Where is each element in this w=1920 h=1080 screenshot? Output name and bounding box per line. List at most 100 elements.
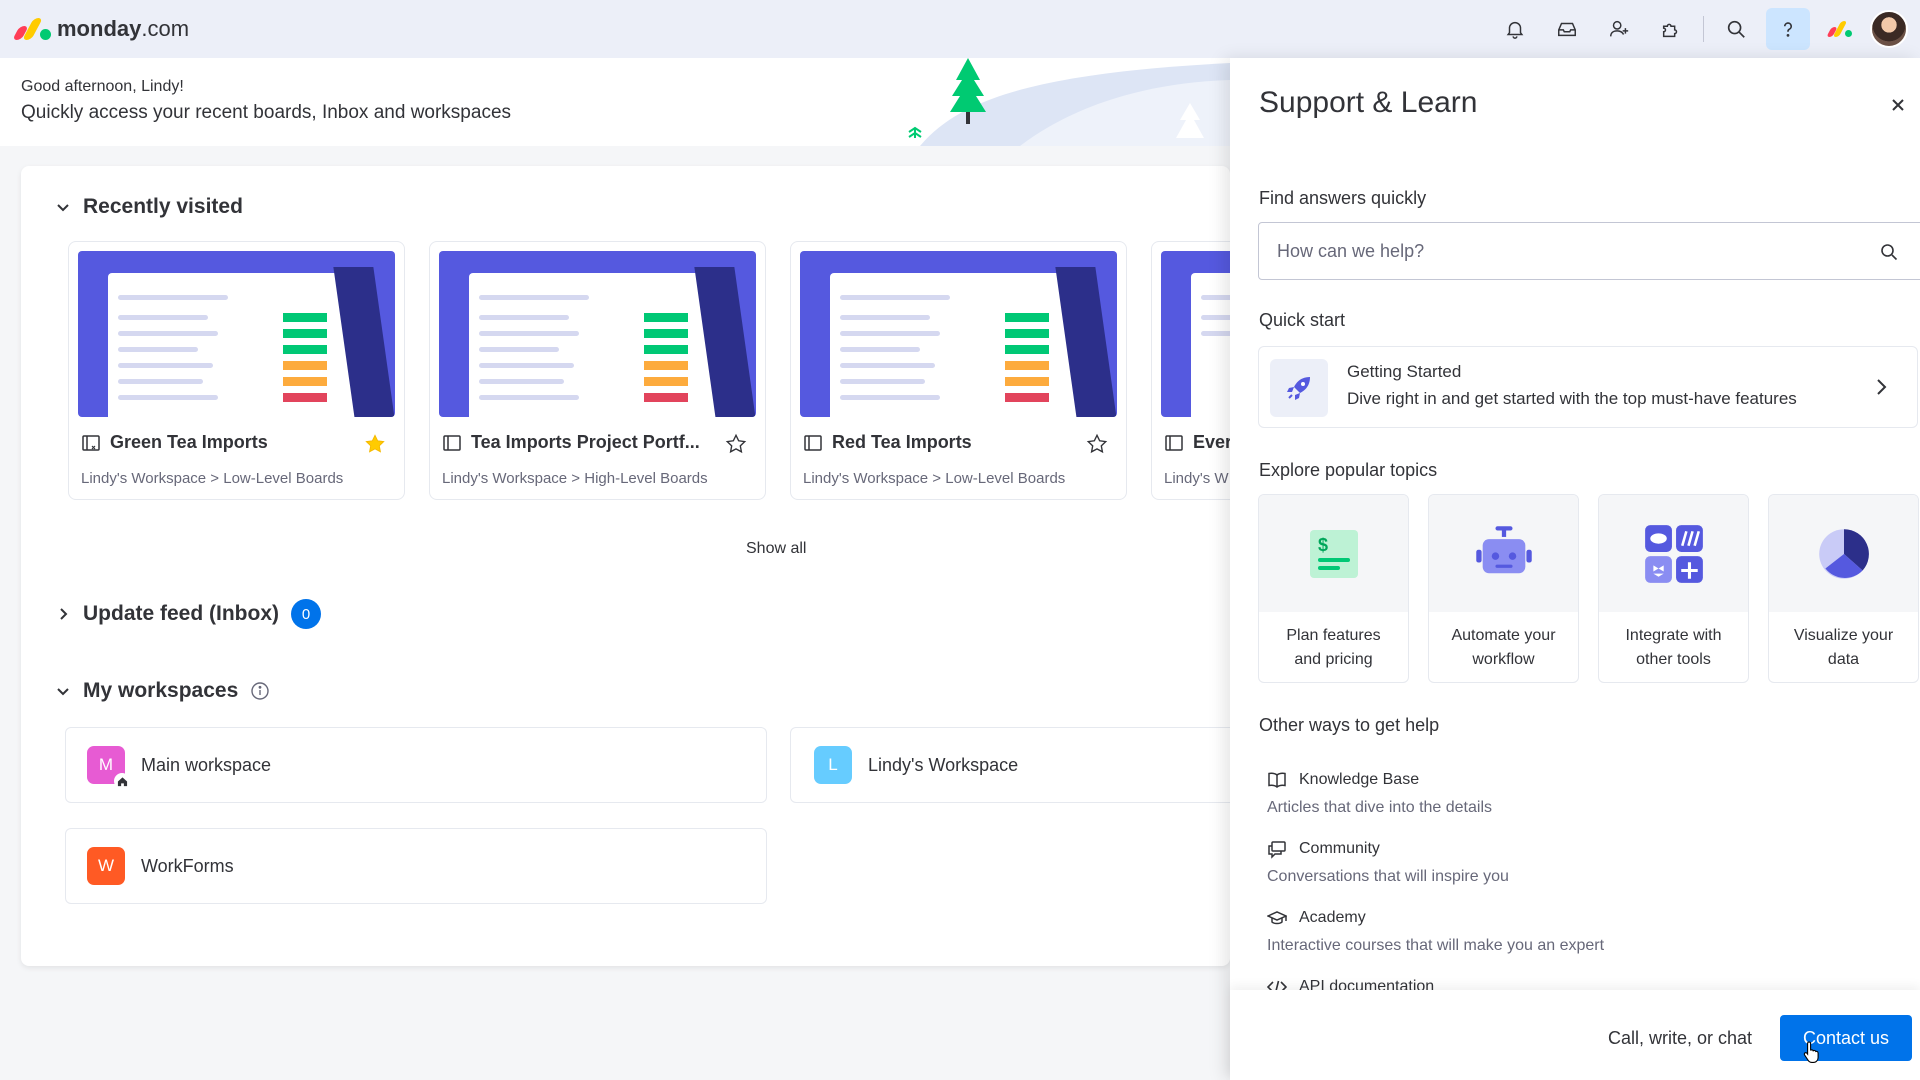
board-title: Tea Imports Project Portf... [442, 432, 752, 453]
topic-visualize-data[interactable]: Visualize your data [1768, 494, 1919, 683]
section-title: Recently visited [83, 195, 243, 218]
board-icon [82, 434, 100, 451]
star-icon[interactable] [1086, 433, 1108, 455]
topic-integrate-tools[interactable]: Integrate with other tools [1598, 494, 1749, 683]
close-icon[interactable] [1887, 94, 1909, 116]
popular-topics: $ Plan features and pricing Automate your… [1258, 494, 1919, 683]
panel-title: Support & Learn [1259, 86, 1478, 119]
help-community[interactable]: Community Conversations that will inspir… [1267, 839, 1509, 886]
rocket-icon [1270, 359, 1328, 417]
update-feed-header[interactable]: Update feed (Inbox) 0 [55, 599, 322, 629]
topic-label: Integrate with other tools [1625, 627, 1722, 668]
board-card-green-tea[interactable]: Green Tea Imports Lindy's Workspace > Lo… [68, 241, 405, 500]
help-icon[interactable] [1766, 8, 1810, 50]
hand-cursor-icon [1803, 1041, 1819, 1063]
chevron-down-icon [57, 204, 69, 212]
help-title: Knowledge Base [1299, 771, 1420, 788]
board-path: Lindy's W [1164, 470, 1229, 487]
topic-plan-features[interactable]: $ Plan features and pricing [1258, 494, 1409, 683]
board-path: Lindy's Workspace > High-Level Boards [442, 470, 708, 487]
workspace-name: Main workspace [141, 754, 272, 775]
home-content: Recently visited Green Tea Imports Lindy… [21, 166, 1230, 966]
getting-started-card[interactable]: Getting Started Dive right in and get st… [1258, 346, 1918, 428]
topic-label: Plan features and pricing [1286, 627, 1381, 668]
find-answers-label: Find answers quickly [1259, 188, 1427, 208]
board-thumbnail [800, 251, 1117, 417]
bell-icon[interactable] [1493, 8, 1537, 50]
home-icon [114, 773, 130, 789]
top-divider [1703, 16, 1704, 42]
workspace-main[interactable]: M Main workspace [65, 727, 767, 803]
getting-started-desc: Dive right in and get started with the t… [1347, 389, 1797, 408]
workspace-workforms[interactable]: W WorkForms [65, 828, 767, 904]
help-academy[interactable]: Academy Interactive courses that will ma… [1267, 908, 1604, 955]
workspace-name: Lindy's Workspace [868, 754, 1019, 775]
info-icon[interactable] [250, 681, 270, 701]
board-card-tea-imports-portfolio[interactable]: Tea Imports Project Portf... Lindy's Wor… [429, 241, 766, 500]
topic-automate-workflow[interactable]: Automate your workflow [1428, 494, 1579, 683]
board-icon [804, 434, 822, 451]
greeting-text: Good afternoon, Lindy! [21, 78, 184, 95]
pie-chart-icon [1818, 528, 1869, 579]
board-thumbnail [78, 251, 395, 417]
contact-us-button[interactable]: Contact us [1780, 1015, 1912, 1061]
apps-icon[interactable] [1649, 8, 1693, 50]
star-icon[interactable] [725, 433, 747, 455]
getting-started-title: Getting Started [1347, 362, 1462, 381]
monday-logo-icon [12, 18, 51, 40]
help-desc: Conversations that will inspire you [1267, 868, 1509, 885]
workspace-avatar: M [87, 746, 130, 789]
logo-text: monday.com [57, 16, 190, 41]
recently-visited-header[interactable]: Recently visited [55, 195, 243, 219]
user-avatar[interactable] [1870, 10, 1908, 48]
board-path: Lindy's Workspace > Low-Level Boards [803, 470, 1066, 487]
star-icon-filled[interactable] [364, 433, 386, 455]
quick-start-label: Quick start [1259, 310, 1346, 330]
integrations-icon [1644, 524, 1703, 583]
help-search-box[interactable] [1258, 222, 1920, 280]
monday-switcher-icon[interactable] [1818, 8, 1862, 50]
search-icon[interactable] [1714, 8, 1758, 50]
board-title: Red Tea Imports [803, 432, 1113, 453]
top-bar: monday.com [0, 0, 1920, 58]
robot-icon [1475, 525, 1532, 573]
board-card-partial[interactable]: Ever Lindy's W [1151, 241, 1230, 500]
help-knowledge-base[interactable]: Knowledge Base Articles that dive into t… [1267, 770, 1492, 817]
inbox-icon[interactable] [1545, 8, 1589, 50]
board-thumbnail [439, 251, 756, 417]
chevron-right-icon [60, 608, 68, 620]
chevron-down-icon [57, 688, 69, 696]
help-desc: Articles that dive into the details [1267, 799, 1493, 816]
other-ways-label: Other ways to get help [1259, 715, 1440, 735]
monday-logo[interactable]: monday.com [12, 16, 190, 42]
chevron-right-icon [1877, 379, 1887, 395]
panel-footer: Call, write, or chat Contact us [1230, 990, 1920, 1080]
greeting-subtitle: Quickly access your recent boards, Inbox… [21, 102, 512, 123]
workspace-avatar: W [87, 847, 125, 885]
help-title: Academy [1299, 909, 1366, 926]
inbox-count-badge: 0 [291, 599, 322, 629]
svg-text:$: $ [1318, 535, 1328, 555]
board-card-red-tea[interactable]: Red Tea Imports Lindy's Workspace > Low-… [790, 241, 1127, 500]
board-title: Green Tea Imports [81, 432, 391, 453]
recent-boards: Green Tea Imports Lindy's Workspace > Lo… [68, 241, 1230, 500]
section-title: My workspaces [83, 679, 239, 702]
banner-illustration [908, 58, 1230, 146]
topic-label: Automate your workflow [1451, 627, 1556, 668]
my-workspaces-header[interactable]: My workspaces [55, 679, 270, 703]
workspace-name: WorkForms [141, 855, 234, 876]
workspace-lindy[interactable]: L Lindy's Workspace [790, 727, 1230, 803]
search-icon[interactable] [1879, 242, 1899, 262]
workspace-avatar: L [814, 746, 852, 784]
invite-members-icon[interactable] [1597, 8, 1641, 50]
board-title: Ever [1164, 432, 1230, 453]
help-search-input[interactable] [1277, 240, 1857, 262]
graduation-cap-icon [1267, 911, 1287, 925]
help-title: Community [1299, 840, 1380, 857]
support-learn-panel: Support & Learn Find answers quickly Qui… [1230, 58, 1920, 1080]
help-desc: Interactive courses that will make you a… [1267, 937, 1605, 954]
show-all-link[interactable]: Show all [746, 540, 806, 558]
board-thumbnail [1161, 251, 1230, 417]
section-title: Update feed (Inbox) [83, 602, 280, 625]
book-icon [1268, 772, 1286, 788]
